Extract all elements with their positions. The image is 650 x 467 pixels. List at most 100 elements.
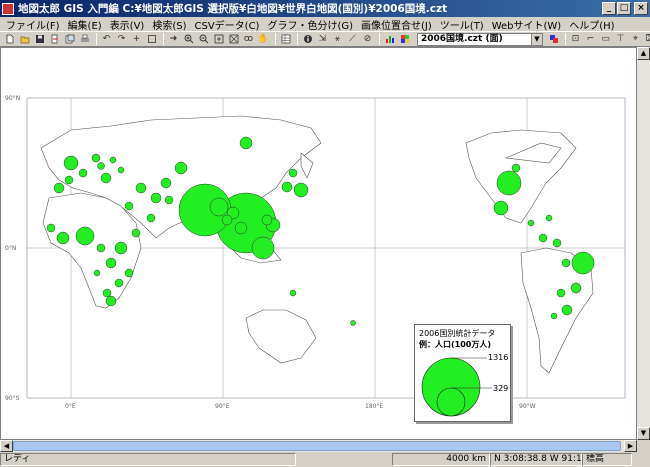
data-circle[interactable] (91, 153, 101, 163)
data-circle[interactable] (281, 181, 293, 193)
open-folder-icon[interactable] (18, 33, 31, 46)
horizontal-scrollbar[interactable]: ◀ ▶ (0, 440, 637, 452)
layer-options-icon[interactable] (547, 33, 560, 46)
copy-map-icon[interactable] (63, 33, 76, 46)
data-circle[interactable] (78, 168, 88, 178)
menu-image-align[interactable]: 画像位置合せ(J) (358, 17, 435, 32)
map-view[interactable]: 90°N 0°N 90°S 0°E 90°E 180°E 90°W 2006国別… (0, 47, 637, 440)
select-tool-icon[interactable]: ⇲ (316, 33, 329, 46)
data-circle[interactable] (251, 236, 275, 260)
data-circle[interactable] (552, 238, 562, 248)
binoculars-icon[interactable]: ꝏ (242, 33, 255, 46)
world-map[interactable]: 90°N 0°N 90°S 0°E 90°E 180°E 90°W (1, 48, 636, 439)
full-extent-icon[interactable] (227, 33, 240, 46)
data-circle[interactable] (174, 161, 188, 175)
menu-file[interactable]: ファイル(F) (3, 17, 63, 32)
fit-window-icon[interactable] (212, 33, 225, 46)
data-circle[interactable] (46, 223, 56, 233)
draw-polygon-icon[interactable]: ▭ (599, 33, 612, 46)
scroll-left-icon[interactable]: ◀ (0, 440, 13, 452)
color-map-icon[interactable] (398, 33, 411, 46)
menu-website[interactable]: Webサイト(W) (489, 17, 565, 32)
arrow-tool-icon[interactable]: ➜ (167, 33, 180, 46)
layer-select[interactable]: 2006国境.czt (面) ▼ (417, 32, 543, 46)
menu-tools[interactable]: ツール(T) (437, 17, 487, 32)
close-button[interactable]: × (634, 2, 648, 15)
vertical-scrollbar[interactable]: ▲ ▼ (637, 47, 650, 440)
edit-vertex-icon[interactable]: ⌖ (629, 33, 642, 46)
menu-edit[interactable]: 編集(E) (65, 17, 105, 32)
data-circle[interactable] (561, 304, 573, 316)
delete-shape-icon[interactable]: ⌧ (644, 33, 650, 46)
maximize-button[interactable]: □ (617, 2, 631, 15)
data-circle[interactable] (102, 288, 112, 298)
scroll-right-icon[interactable]: ▶ (624, 440, 637, 452)
data-circle[interactable] (261, 214, 273, 226)
bar-chart-icon[interactable] (383, 33, 396, 46)
draw-point-icon[interactable]: ⊡ (569, 33, 582, 46)
scroll-thumb[interactable] (13, 441, 621, 451)
pan-hand-icon[interactable]: ✋ (257, 33, 270, 46)
undo-icon[interactable]: ↶ (100, 33, 113, 46)
data-circle[interactable] (288, 168, 298, 178)
save-icon[interactable] (33, 33, 46, 46)
data-circle[interactable] (63, 155, 79, 171)
data-circle[interactable] (117, 166, 125, 174)
data-circle[interactable] (234, 221, 248, 235)
data-circle[interactable] (114, 278, 124, 288)
data-circle[interactable] (97, 162, 105, 170)
map-legend[interactable]: 2006国別統計データ 例：人口(100万人) 1316 329 (414, 324, 511, 422)
data-circle[interactable] (124, 268, 134, 278)
data-circle[interactable] (538, 233, 548, 243)
measure-icon[interactable]: ⟋ (346, 33, 359, 46)
minimize-button[interactable]: _ (602, 2, 616, 15)
data-circle[interactable] (561, 258, 571, 268)
data-circle[interactable] (493, 200, 509, 216)
zoom-in-icon[interactable] (182, 33, 195, 46)
data-circle[interactable] (571, 251, 595, 275)
print-icon[interactable] (78, 33, 91, 46)
data-circle[interactable] (570, 282, 582, 294)
menu-csv-data[interactable]: CSVデータ(C) (192, 17, 263, 32)
import-icon[interactable] (48, 33, 61, 46)
magic-wand-icon[interactable]: ⚹ (331, 33, 344, 46)
data-circle[interactable] (93, 269, 101, 277)
menu-search[interactable]: 検索(S) (149, 17, 189, 32)
data-circle[interactable] (545, 214, 553, 222)
data-circle[interactable] (64, 175, 74, 185)
data-circle[interactable] (105, 295, 117, 307)
menu-help[interactable]: ヘルプ(H) (566, 17, 617, 32)
data-circle[interactable] (496, 170, 522, 196)
scroll-down-icon[interactable]: ▼ (637, 427, 650, 440)
data-circle[interactable] (56, 231, 70, 245)
redo-icon[interactable]: ↷ (115, 33, 128, 46)
frame-icon[interactable] (145, 33, 158, 46)
data-circle[interactable] (75, 226, 95, 246)
data-circle[interactable] (135, 182, 147, 194)
data-circle[interactable] (511, 163, 521, 173)
data-circle[interactable] (527, 219, 535, 227)
menu-view[interactable]: 表示(V) (107, 17, 148, 32)
data-circle[interactable] (131, 228, 141, 238)
scroll-up-icon[interactable]: ▲ (637, 47, 650, 60)
data-circle[interactable] (150, 192, 162, 204)
data-circle[interactable] (550, 312, 558, 320)
data-circle[interactable] (100, 172, 112, 184)
data-circle[interactable] (209, 197, 229, 217)
zoom-out-icon[interactable] (197, 33, 210, 46)
new-file-icon[interactable] (3, 33, 16, 46)
data-circle[interactable] (146, 213, 156, 223)
data-circle[interactable] (114, 241, 128, 255)
add-layer-icon[interactable]: + (130, 33, 143, 46)
data-circle[interactable] (160, 177, 172, 189)
ruler-icon[interactable]: ⊘ (361, 33, 374, 46)
data-circle[interactable] (239, 136, 253, 150)
menu-graph[interactable]: グラフ・色分け(G) (264, 17, 356, 32)
data-circle[interactable] (164, 195, 174, 205)
chevron-down-icon[interactable]: ▼ (531, 33, 542, 45)
data-circle[interactable] (124, 201, 134, 211)
data-circle[interactable] (289, 289, 297, 297)
data-circle[interactable] (556, 288, 566, 298)
data-circle[interactable] (105, 257, 117, 269)
data-circle[interactable] (109, 156, 117, 164)
